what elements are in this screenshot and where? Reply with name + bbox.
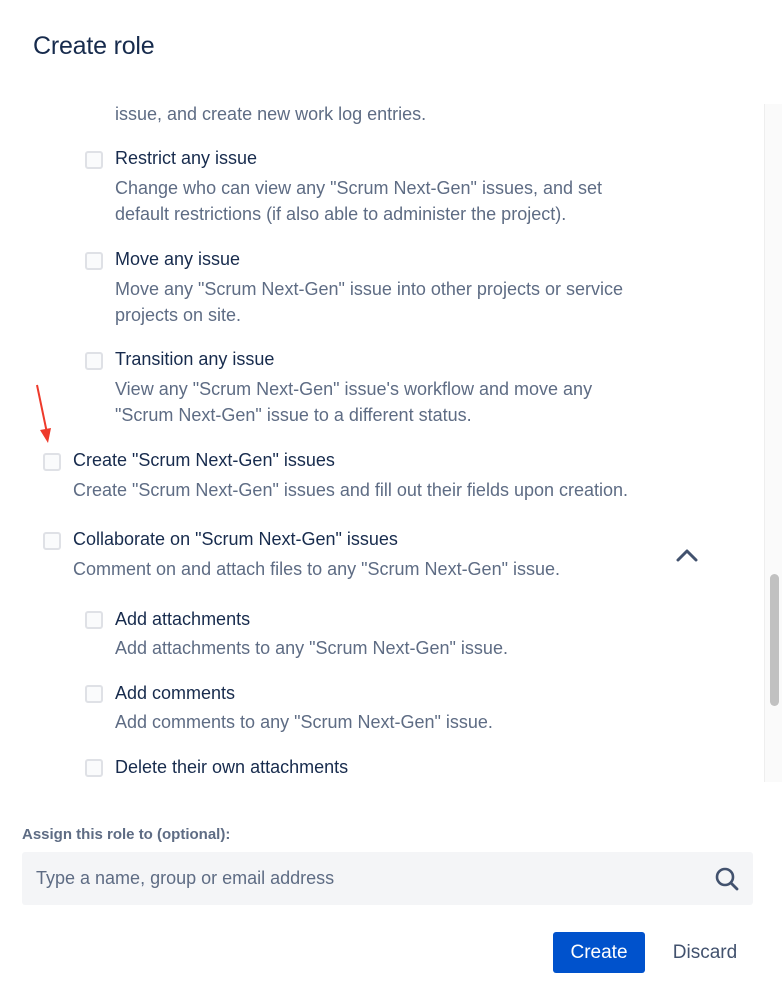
red-arrow-icon [36, 384, 51, 443]
discard-button[interactable]: Discard [659, 932, 751, 973]
permission-title: Create "Scrum Next-Gen" issues [73, 450, 335, 470]
assign-role-label: Assign this role to (optional): [22, 826, 231, 843]
add-comments-checkbox[interactable] [85, 685, 103, 703]
permission-description: Change who can view any "Scrum Next-Gen"… [115, 178, 603, 198]
permission-description: Create "Scrum Next-Gen" issues and fill … [73, 480, 629, 500]
permission-title: Move any issue [115, 249, 241, 269]
permission-title: Add attachments [115, 609, 251, 629]
permission-description: View any "Scrum Next-Gen" issue's workfl… [115, 379, 593, 399]
permission-title: Transition any issue [115, 349, 275, 369]
permission-description: Move any "Scrum Next-Gen" issue into oth… [115, 279, 623, 299]
permission-description: issue, and create new work log entries. [115, 104, 427, 124]
permissions-list[interactable]: issue, and create new work log entries. … [0, 92, 764, 782]
search-icon[interactable] [713, 865, 741, 893]
permission-description: Comment on and attach files to any "Scru… [73, 559, 560, 579]
permission-title: Restrict any issue [115, 148, 258, 168]
add-attachments-checkbox[interactable] [85, 611, 103, 629]
permission-description: Add attachments to any "Scrum Next-Gen" … [115, 638, 508, 658]
move-any-issue-checkbox[interactable] [85, 252, 103, 270]
transition-any-issue-checkbox[interactable] [85, 352, 103, 370]
dialog-title: Create role [33, 32, 155, 60]
assign-search-input[interactable] [22, 852, 702, 905]
chevron-up-icon[interactable] [675, 545, 699, 565]
permission-title: Add comments [115, 683, 236, 703]
permission-description: projects on site. [115, 305, 242, 325]
permission-description: "Scrum Next-Gen" issue to a different st… [115, 405, 472, 425]
restrict-any-issue-checkbox[interactable] [85, 151, 103, 169]
assign-field[interactable] [22, 852, 753, 905]
delete-own-attachments-checkbox[interactable] [85, 759, 103, 777]
permission-description: default restrictions (if also able to ad… [115, 204, 567, 224]
scrollbar[interactable] [764, 104, 782, 782]
permission-title: Delete their own attachments [115, 757, 349, 777]
permission-description: Add comments to any "Scrum Next-Gen" iss… [115, 712, 493, 732]
permission-title: Collaborate on "Scrum Next-Gen" issues [73, 529, 398, 549]
scrollbar-thumb[interactable] [770, 574, 779, 706]
create-button[interactable]: Create [553, 932, 645, 973]
collaborate-issues-checkbox[interactable] [43, 532, 61, 550]
create-issues-checkbox[interactable] [43, 453, 61, 471]
